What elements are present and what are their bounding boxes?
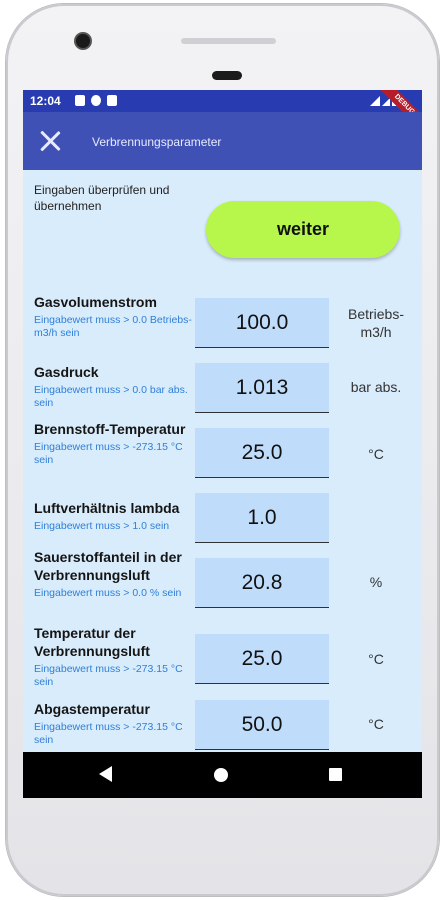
proximity-sensor [212, 71, 242, 80]
notification-icon [91, 95, 101, 106]
param-hint: Eingabewert muss > -273.15 °C sein [34, 721, 183, 746]
param-input[interactable] [195, 298, 329, 348]
close-icon[interactable] [37, 128, 63, 154]
param-label-text: Luftverhältnis lambda [34, 500, 180, 516]
home-icon[interactable] [214, 768, 228, 782]
param-hint: Eingabewert muss > -273.15 °C sein [34, 663, 183, 688]
param-label: Luftverhältnis lambda Eingabewert muss >… [34, 499, 194, 533]
earpiece-speaker [181, 38, 276, 44]
param-label: Temperatur der Verbrennungsluft Eingabew… [34, 624, 194, 689]
param-label-text: Temperatur der Verbrennungsluft [34, 625, 150, 659]
param-hint: Eingabewert muss > 0.0 % sein [34, 587, 182, 599]
param-label-text: Gasvolumenstrom [34, 294, 157, 310]
param-input[interactable] [195, 634, 329, 684]
param-unit: bar abs. [350, 379, 402, 395]
param-label: Gasvolumenstrom Eingabewert muss > 0.0 B… [34, 293, 194, 340]
recent-apps-icon[interactable] [329, 768, 342, 781]
param-unit: % [369, 574, 383, 590]
instruction-text: Eingaben überprüfen und übernehmen [34, 183, 170, 213]
param-label-text: Sauerstoffanteil in der Verbrennungsluft [34, 549, 182, 583]
param-label-text: Brennstoff-Temperatur [34, 421, 186, 437]
param-input[interactable] [195, 493, 329, 543]
param-hint: Eingabewert muss > 1.0 sein [34, 520, 170, 532]
app-screen: 12:04 DEBUG Verbrennungsparameter Eingab… [23, 90, 422, 798]
param-hint: Eingabewert muss > 0.0 bar abs. sein [34, 384, 188, 409]
param-input[interactable] [195, 558, 329, 608]
param-unit: Betriebs-m3/h [347, 306, 405, 340]
notification-icon [75, 95, 85, 106]
sd-card-icon [107, 95, 117, 106]
app-bar-title: Verbrennungsparameter [92, 135, 222, 149]
param-unit: °C [368, 651, 384, 667]
front-camera [76, 34, 90, 48]
param-label: Sauerstoffanteil in der Verbrennungsluft… [34, 548, 194, 600]
status-time: 12:04 [30, 94, 61, 108]
param-label: Brennstoff-Temperatur Eingabewert muss >… [34, 420, 194, 467]
param-hint: Eingabewert muss > -273.15 °C sein [34, 441, 183, 466]
weiter-button[interactable]: weiter [206, 201, 400, 258]
param-label-text: Abgastemperatur [34, 701, 150, 717]
navigation-bar [23, 752, 422, 798]
param-hint: Eingabewert muss > 0.0 Betriebs-m3/h sei… [34, 314, 192, 339]
param-label: Gasdruck Eingabewert muss > 0.0 bar abs.… [34, 363, 194, 410]
param-input[interactable] [195, 428, 329, 478]
param-label-text: Gasdruck [34, 364, 99, 380]
param-unit: °C [368, 446, 384, 462]
param-input[interactable] [195, 363, 329, 413]
app-bar: Verbrennungsparameter [23, 112, 422, 170]
param-input[interactable] [195, 700, 329, 750]
status-bar: 12:04 DEBUG [23, 90, 422, 135]
back-icon[interactable] [99, 766, 112, 782]
param-label: Abgastemperatur Eingabewert muss > -273.… [34, 700, 194, 747]
param-unit: °C [368, 716, 384, 732]
